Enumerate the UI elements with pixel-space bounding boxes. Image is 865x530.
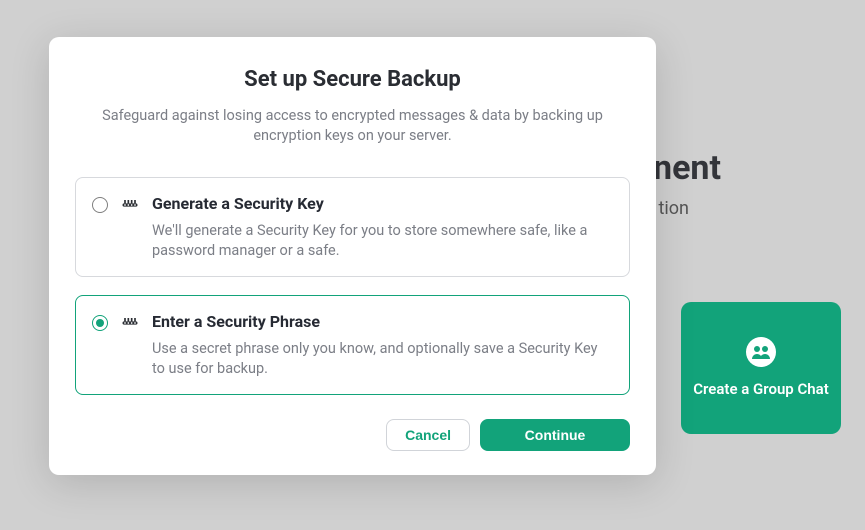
- option-body: Enter a Security Phrase Use a secret phr…: [152, 312, 611, 378]
- modal-actions: Cancel Continue: [49, 395, 656, 451]
- modal-title: Set up Secure Backup: [49, 67, 656, 106]
- option-description: Use a secret phrase only you know, and o…: [152, 339, 611, 378]
- option-title: Enter a Security Phrase: [152, 312, 611, 331]
- create-group-chat-label: Create a Group Chat: [693, 380, 829, 400]
- group-chat-icon: [745, 336, 777, 368]
- radio-generate-key[interactable]: [92, 197, 108, 213]
- backup-options: Generate a Security Key We'll generate a…: [49, 177, 656, 395]
- option-body: Generate a Security Key We'll generate a…: [152, 194, 611, 260]
- option-enter-security-phrase[interactable]: Enter a Security Phrase Use a secret phr…: [75, 295, 630, 395]
- background-subheading-fragment: tion: [659, 198, 689, 219]
- background-heading-fragment: nent: [653, 148, 721, 188]
- radio-enter-phrase[interactable]: [92, 315, 108, 331]
- create-group-chat-card[interactable]: Create a Group Chat: [681, 302, 841, 434]
- option-title: Generate a Security Key: [152, 194, 611, 213]
- option-generate-security-key[interactable]: Generate a Security Key We'll generate a…: [75, 177, 630, 277]
- cancel-button[interactable]: Cancel: [386, 419, 470, 451]
- key-icon: [120, 195, 140, 260]
- continue-button[interactable]: Continue: [480, 419, 630, 451]
- option-description: We'll generate a Security Key for you to…: [152, 221, 611, 260]
- modal-description: Safeguard against losing access to encry…: [49, 106, 656, 177]
- passphrase-icon: [120, 313, 140, 378]
- secure-backup-modal: Set up Secure Backup Safeguard against l…: [49, 37, 656, 475]
